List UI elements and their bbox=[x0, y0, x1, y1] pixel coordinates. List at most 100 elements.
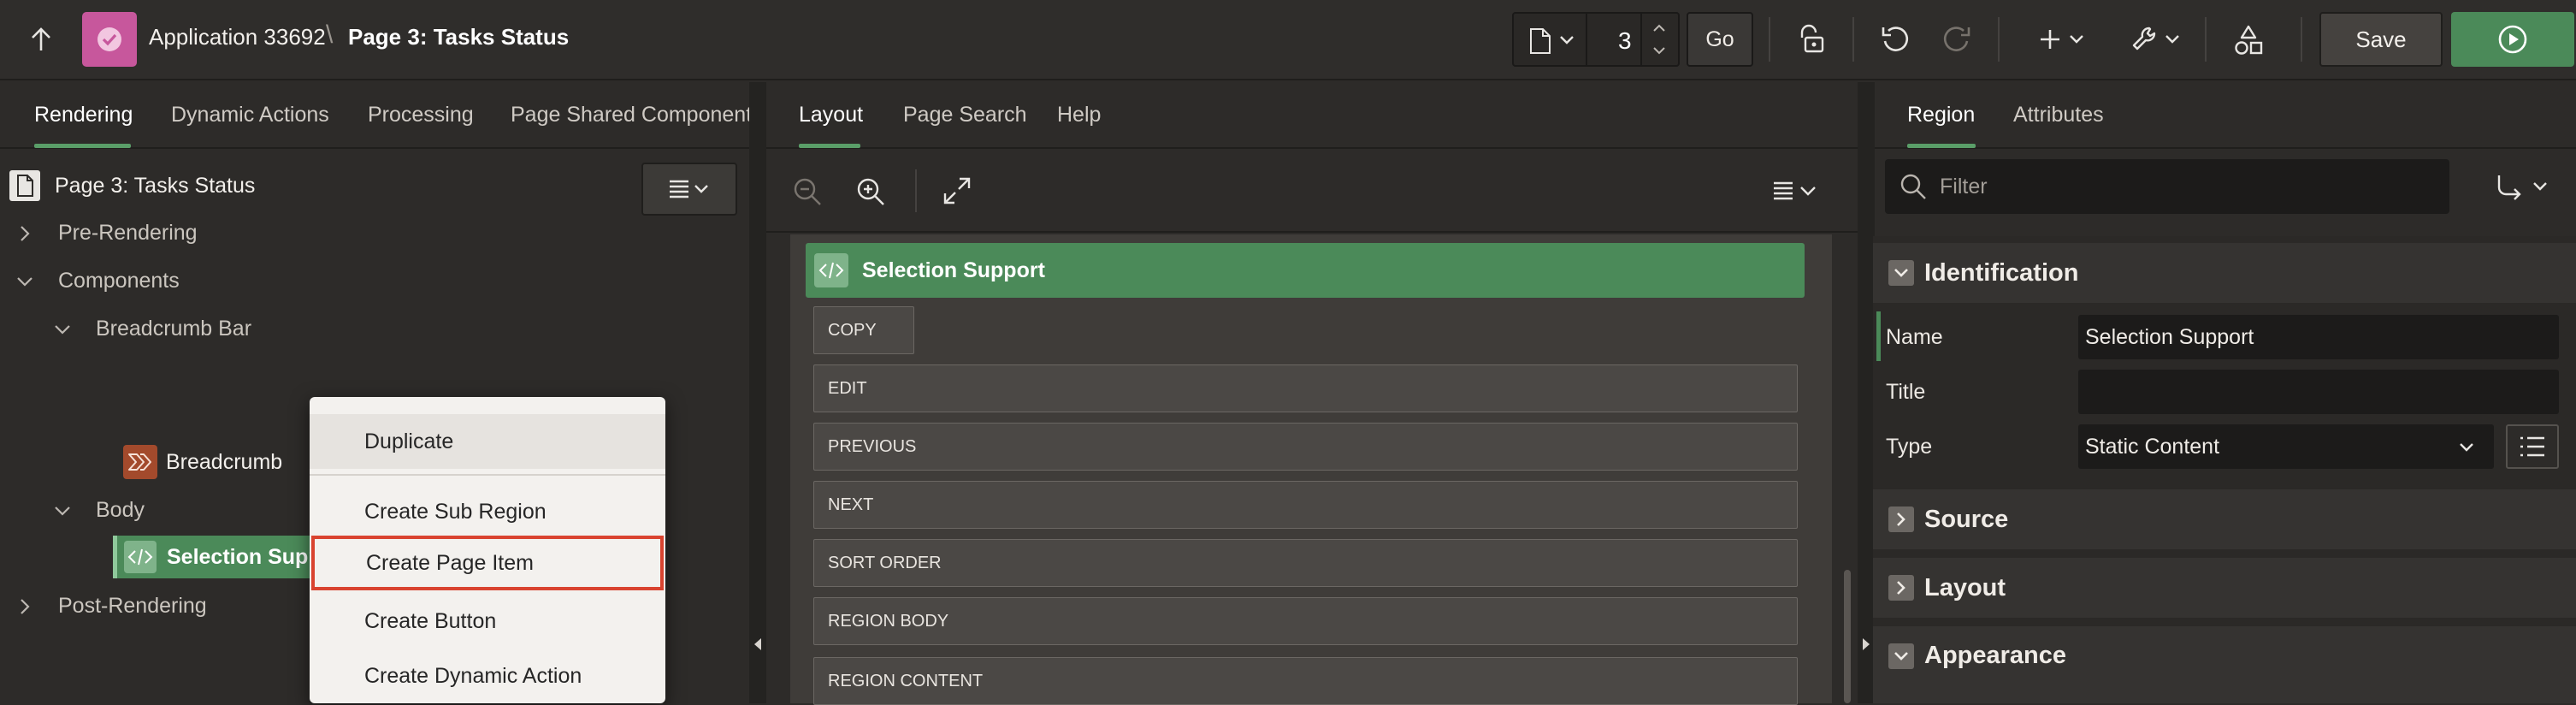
menu-item-label: Create Sub Region bbox=[364, 499, 547, 524]
tree-pre-rendering[interactable]: Pre-Rendering bbox=[15, 221, 198, 246]
tab-page-shared-components[interactable]: Page Shared Components bbox=[511, 103, 763, 127]
section-toggle[interactable] bbox=[1888, 575, 1914, 601]
tab-dynamic-actions[interactable]: Dynamic Actions bbox=[171, 103, 329, 127]
type-select-value: Static Content bbox=[2085, 434, 2220, 459]
chevron-down-icon[interactable] bbox=[53, 320, 72, 339]
region-title: Selection Support bbox=[862, 258, 1045, 282]
tree-label: Post-Rendering bbox=[58, 594, 207, 618]
left-splitter[interactable] bbox=[749, 82, 766, 703]
chevron-down-icon bbox=[2165, 35, 2179, 44]
zoom-in-icon[interactable] bbox=[855, 176, 886, 207]
tree-breadcrumb-bar[interactable]: Breadcrumb Bar bbox=[53, 317, 251, 341]
tree-menu-button[interactable] bbox=[641, 163, 737, 216]
breadcrumb-application[interactable]: Application 33692 bbox=[149, 24, 326, 50]
slot-edit[interactable]: EDIT bbox=[813, 364, 1798, 412]
chevron-down-icon[interactable] bbox=[53, 501, 72, 520]
slot-region-content[interactable]: REGION CONTENT bbox=[813, 657, 1798, 705]
zoom-out-icon[interactable] bbox=[792, 176, 823, 207]
run-page-button[interactable] bbox=[2451, 12, 2574, 67]
tree-post-rendering[interactable]: Post-Rendering bbox=[15, 594, 207, 619]
tree-breadcrumb-item[interactable]: Breadcrumb bbox=[123, 445, 282, 479]
app-icon[interactable] bbox=[82, 12, 137, 67]
page-selector[interactable]: 3 bbox=[1512, 12, 1680, 67]
menu-item-create-sub-region[interactable]: Create Sub Region bbox=[310, 484, 665, 539]
tree-body[interactable]: Body bbox=[53, 498, 145, 523]
section-toggle[interactable] bbox=[1888, 260, 1914, 286]
spinner-down-icon[interactable] bbox=[1651, 44, 1668, 56]
menu-item-create-dynamic-action[interactable]: Create Dynamic Action bbox=[310, 649, 665, 703]
menu-item-label: Create Page Item bbox=[366, 550, 534, 575]
prop-label-name: Name bbox=[1886, 325, 1943, 349]
tree-label: Selection Supp bbox=[167, 544, 322, 569]
lock-page-button[interactable] bbox=[1793, 21, 1830, 58]
slot-region-body[interactable]: REGION BODY bbox=[813, 597, 1798, 645]
name-input[interactable]: Selection Support bbox=[2078, 315, 2559, 359]
menu-item-create-button[interactable]: Create Button bbox=[310, 594, 665, 649]
toolbar-divider bbox=[1852, 17, 1854, 62]
section-toggle[interactable] bbox=[1888, 643, 1914, 669]
layout-menu-icon[interactable] bbox=[1772, 180, 1820, 202]
layout-scrollbar[interactable] bbox=[1844, 570, 1851, 703]
up-arrow-button[interactable] bbox=[22, 21, 60, 58]
plus-icon bbox=[2041, 30, 2059, 49]
chevron-down-icon[interactable] bbox=[15, 272, 34, 291]
filter-bar: Filter bbox=[1875, 151, 2576, 233]
tab-page-search[interactable]: Page Search bbox=[903, 103, 1027, 127]
tree-page-root[interactable]: Page 3: Tasks Status bbox=[9, 169, 255, 202]
filter-input[interactable]: Filter bbox=[1885, 159, 2449, 214]
tree-components[interactable]: Components bbox=[15, 269, 180, 293]
save-button[interactable]: Save bbox=[2319, 12, 2443, 67]
right-splitter[interactable] bbox=[1858, 82, 1875, 703]
chevron-right-icon[interactable] bbox=[15, 224, 34, 243]
tree-label: Pre-Rendering bbox=[58, 221, 198, 245]
redo-button[interactable] bbox=[1938, 21, 1976, 58]
search-icon bbox=[1900, 174, 1926, 199]
tab-layout[interactable]: Layout bbox=[799, 103, 863, 127]
title-input[interactable] bbox=[2078, 370, 2559, 414]
tab-region[interactable]: Region bbox=[1907, 103, 1975, 127]
page-spinner-divider bbox=[1640, 14, 1642, 65]
undo-icon bbox=[1882, 27, 1909, 51]
slot-previous[interactable]: PREVIOUS bbox=[813, 423, 1798, 471]
collapse-left-icon[interactable] bbox=[753, 637, 763, 652]
menu-item-duplicate[interactable]: Duplicate bbox=[310, 414, 665, 469]
tab-help[interactable]: Help bbox=[1057, 103, 1101, 127]
tree-label: Components bbox=[58, 269, 180, 293]
slot-next[interactable]: NEXT bbox=[813, 481, 1798, 529]
region-header-selection-support[interactable]: Selection Support bbox=[806, 243, 1805, 298]
shapes-icon bbox=[2235, 25, 2263, 55]
section-source[interactable]: Source bbox=[1873, 489, 2576, 549]
toolbar-divider bbox=[1998, 17, 2000, 62]
tab-rendering[interactable]: Rendering bbox=[34, 103, 133, 127]
create-menu-button[interactable] bbox=[2032, 21, 2092, 58]
go-button[interactable]: Go bbox=[1687, 12, 1753, 67]
section-appearance[interactable]: Appearance bbox=[1873, 626, 2576, 703]
toolbar-divider bbox=[1769, 17, 1770, 62]
play-icon bbox=[2498, 25, 2527, 54]
spinner-up-icon[interactable] bbox=[1651, 22, 1668, 34]
shared-components-button[interactable] bbox=[2227, 19, 2270, 62]
section-layout[interactable]: Layout bbox=[1873, 558, 2576, 618]
utilities-menu-button[interactable] bbox=[2126, 21, 2186, 58]
slot-copy[interactable]: COPY bbox=[813, 306, 914, 354]
section-title: Identification bbox=[1924, 258, 2079, 287]
collapse-right-icon[interactable] bbox=[1861, 637, 1871, 652]
menu-item-create-page-item[interactable]: Create Page Item bbox=[311, 536, 664, 590]
up-arrow-icon bbox=[32, 27, 50, 50]
tab-processing[interactable]: Processing bbox=[368, 103, 474, 127]
page-number-input[interactable]: 3 bbox=[1618, 27, 1632, 55]
slot-sort-order[interactable]: SORT ORDER bbox=[813, 539, 1798, 587]
filter-placeholder: Filter bbox=[1940, 174, 1988, 198]
breadcrumb-region-icon bbox=[123, 445, 157, 479]
code-region-icon bbox=[814, 253, 848, 287]
section-identification[interactable]: Identification bbox=[1873, 243, 2576, 303]
go-to-group-button[interactable] bbox=[2494, 169, 2562, 204]
type-select[interactable]: Static Content bbox=[2078, 424, 2494, 469]
type-list-button[interactable] bbox=[2506, 424, 2559, 469]
chevron-right-icon[interactable] bbox=[15, 597, 34, 616]
tree-selection-support[interactable]: Selection Supp bbox=[113, 536, 335, 578]
undo-button[interactable] bbox=[1876, 21, 1914, 58]
tab-attributes[interactable]: Attributes bbox=[2013, 103, 2104, 127]
section-toggle[interactable] bbox=[1888, 507, 1914, 532]
expand-icon[interactable] bbox=[942, 176, 972, 205]
